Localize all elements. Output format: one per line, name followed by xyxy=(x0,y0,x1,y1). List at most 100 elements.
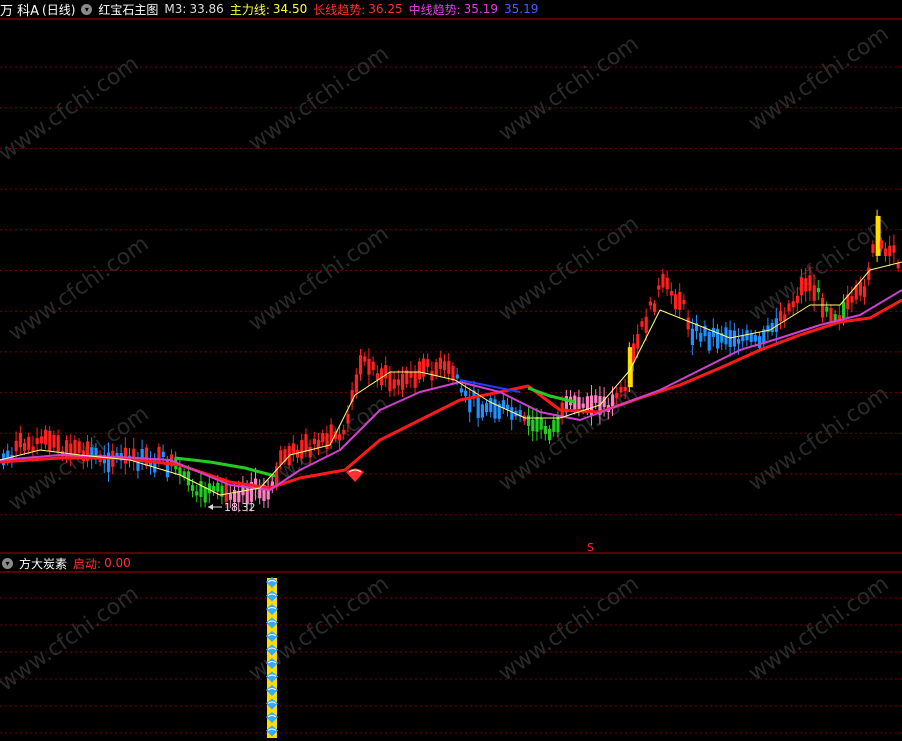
candle-body xyxy=(485,403,489,413)
candle-body xyxy=(489,397,493,413)
candle-body xyxy=(422,358,426,377)
candle-body xyxy=(203,486,207,503)
candle-body xyxy=(531,419,535,432)
candle-body xyxy=(426,359,430,368)
candle-body xyxy=(699,332,703,342)
candle-body xyxy=(648,301,652,306)
candle-body xyxy=(535,416,539,432)
candle-body xyxy=(144,447,148,466)
candle-body xyxy=(644,316,648,333)
candle-body xyxy=(816,288,820,293)
candle-body xyxy=(821,297,825,318)
candle-body xyxy=(829,307,833,323)
candle-body xyxy=(581,403,585,408)
candle-body xyxy=(711,327,715,337)
candle-body xyxy=(653,303,657,313)
candle-body xyxy=(107,452,111,472)
candle-body xyxy=(342,429,346,435)
candle-body xyxy=(850,296,854,303)
candle-body xyxy=(430,370,434,381)
candle-body xyxy=(291,443,295,454)
candle-body xyxy=(178,467,182,476)
candle-body xyxy=(678,291,682,311)
candle-body xyxy=(338,434,342,441)
candle-body xyxy=(77,441,81,453)
candle-body xyxy=(346,413,350,424)
kline-chart[interactable]: www.cfchi.com www.cfchi.com www.cfchi.com w… xyxy=(0,0,902,741)
candle-body xyxy=(384,365,388,379)
watermark: www.cfchi.com xyxy=(744,21,893,136)
candle-body xyxy=(312,438,316,445)
candle-body xyxy=(716,328,720,349)
watermark: www.cfchi.com xyxy=(244,221,393,336)
watermarks: www.cfchi.com www.cfchi.com www.cfchi.com w… xyxy=(0,21,893,696)
candle-body xyxy=(808,275,812,291)
candle-body xyxy=(665,277,669,290)
candle-body xyxy=(35,438,39,445)
candle-body xyxy=(212,485,216,492)
candle-body xyxy=(317,440,321,449)
watermark: www.cfchi.com xyxy=(4,231,153,346)
candle-body xyxy=(812,285,816,301)
candle-body xyxy=(493,399,497,419)
candle-body xyxy=(325,433,329,450)
candle-body xyxy=(825,306,829,312)
candle-body xyxy=(363,356,367,362)
candle-body xyxy=(858,281,862,296)
candle-body xyxy=(464,390,468,397)
watermark: www.cfchi.com xyxy=(744,571,893,686)
candle-body xyxy=(863,286,867,298)
low-price-label: 18.32 xyxy=(224,501,256,514)
low-arrow-head xyxy=(208,504,213,510)
candle-body xyxy=(73,440,77,455)
candle-body xyxy=(459,388,463,393)
candle-body xyxy=(539,418,543,430)
candle-body xyxy=(657,285,661,290)
candle-body xyxy=(434,362,438,377)
main-force-green-segment xyxy=(527,386,576,404)
candle-body xyxy=(191,485,195,491)
candle-body xyxy=(401,373,405,390)
candle-body xyxy=(884,248,888,257)
candle-body xyxy=(548,428,552,441)
candle-body xyxy=(871,244,875,253)
candle-body xyxy=(577,397,581,409)
candle-body xyxy=(27,436,31,450)
candle-body xyxy=(804,278,808,292)
candle-body xyxy=(371,361,375,371)
candle-body xyxy=(779,310,783,322)
candle-body xyxy=(451,365,455,381)
candle-body xyxy=(787,303,791,312)
candle-body xyxy=(640,321,644,327)
candle-body xyxy=(543,426,547,435)
watermark: www.cfchi.com xyxy=(494,211,643,326)
candle-body xyxy=(661,273,665,288)
candle-body xyxy=(615,392,619,399)
candle-body xyxy=(753,335,757,342)
candle-body xyxy=(690,328,694,345)
candle-body xyxy=(321,433,325,443)
candle-body xyxy=(14,440,18,452)
candle-body xyxy=(506,404,510,410)
candle-body xyxy=(44,429,48,445)
candle-body xyxy=(367,358,371,375)
candle-body xyxy=(228,493,232,500)
watermark: www.cfchi.com xyxy=(244,571,393,686)
candle-body xyxy=(18,432,22,448)
candle-body xyxy=(686,317,690,330)
s-marker: S xyxy=(587,541,594,554)
candle-body xyxy=(623,387,627,392)
candle-body xyxy=(888,245,892,257)
candle-body xyxy=(443,361,447,371)
candle-body xyxy=(161,451,165,458)
candle-body xyxy=(388,371,392,392)
candle-body xyxy=(123,447,127,464)
candle-body xyxy=(52,434,56,448)
candle-body xyxy=(279,450,283,466)
candle-body xyxy=(879,240,883,249)
candle-body xyxy=(359,355,363,375)
candle-body xyxy=(480,404,484,418)
candle-body xyxy=(573,395,577,412)
candle-body xyxy=(510,407,514,420)
candle-body xyxy=(476,398,480,418)
